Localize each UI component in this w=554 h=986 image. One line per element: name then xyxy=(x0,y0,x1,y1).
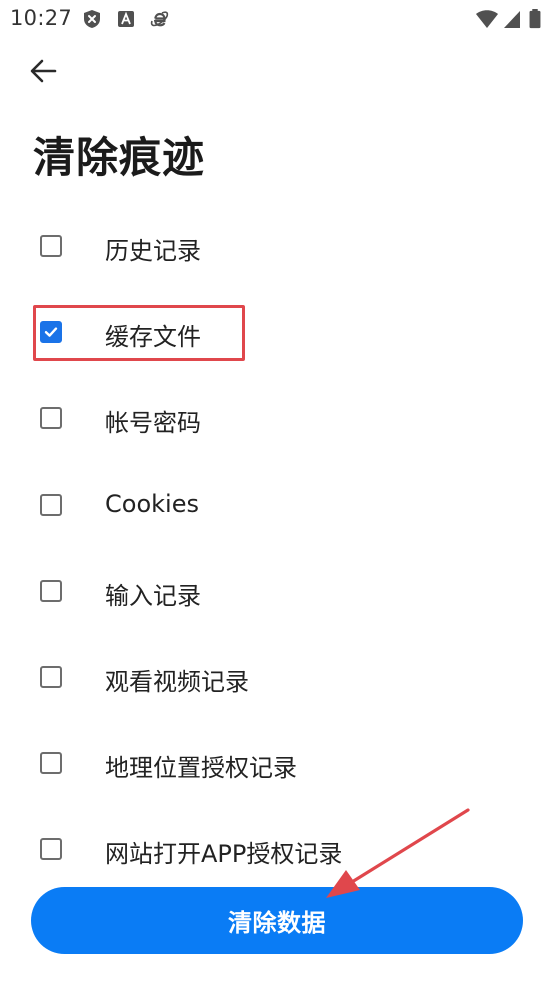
option-history[interactable]: 历史记录 xyxy=(32,218,522,278)
clear-data-label: 清除数据 xyxy=(228,909,326,937)
font-a-icon xyxy=(118,11,134,27)
option-input-history[interactable]: 输入记录 xyxy=(32,563,522,623)
option-app-open-permissions[interactable]: 网站打开APP授权记录 xyxy=(32,821,522,881)
annotation-highlight-box xyxy=(33,305,245,361)
browser-e-icon xyxy=(150,11,169,27)
battery-icon xyxy=(529,9,541,29)
option-account-password[interactable]: 帐号密码 xyxy=(32,390,522,450)
option-label: 输入记录 xyxy=(105,582,201,610)
location-permissions-checkbox[interactable] xyxy=(40,752,62,774)
option-label: Cookies xyxy=(105,490,199,518)
option-location-permissions[interactable]: 地理位置授权记录 xyxy=(32,735,522,795)
status-time: 10:27 xyxy=(10,6,73,30)
shield-x-icon xyxy=(84,10,100,28)
back-button[interactable] xyxy=(24,52,64,92)
app-open-permissions-checkbox[interactable] xyxy=(40,838,62,860)
option-label: 帐号密码 xyxy=(105,409,201,437)
wifi-icon xyxy=(476,10,498,28)
video-history-checkbox[interactable] xyxy=(40,666,62,688)
page-title: 清除痕迹 xyxy=(33,133,206,182)
status-bar: 10:27 xyxy=(0,0,554,38)
cookies-checkbox[interactable] xyxy=(40,494,62,516)
clear-data-button[interactable]: 清除数据 xyxy=(31,887,523,954)
option-label: 历史记录 xyxy=(105,237,201,265)
option-label: 网站打开APP授权记录 xyxy=(105,840,343,868)
option-label: 观看视频记录 xyxy=(105,668,249,696)
option-cookies[interactable]: Cookies xyxy=(32,477,522,537)
history-checkbox[interactable] xyxy=(40,235,62,257)
option-label: 地理位置授权记录 xyxy=(105,754,297,782)
cellular-signal-icon xyxy=(504,11,520,28)
account-password-checkbox[interactable] xyxy=(40,407,62,429)
arrow-left-icon xyxy=(30,59,57,83)
option-video-history[interactable]: 观看视频记录 xyxy=(32,649,522,709)
input-history-checkbox[interactable] xyxy=(40,580,62,602)
